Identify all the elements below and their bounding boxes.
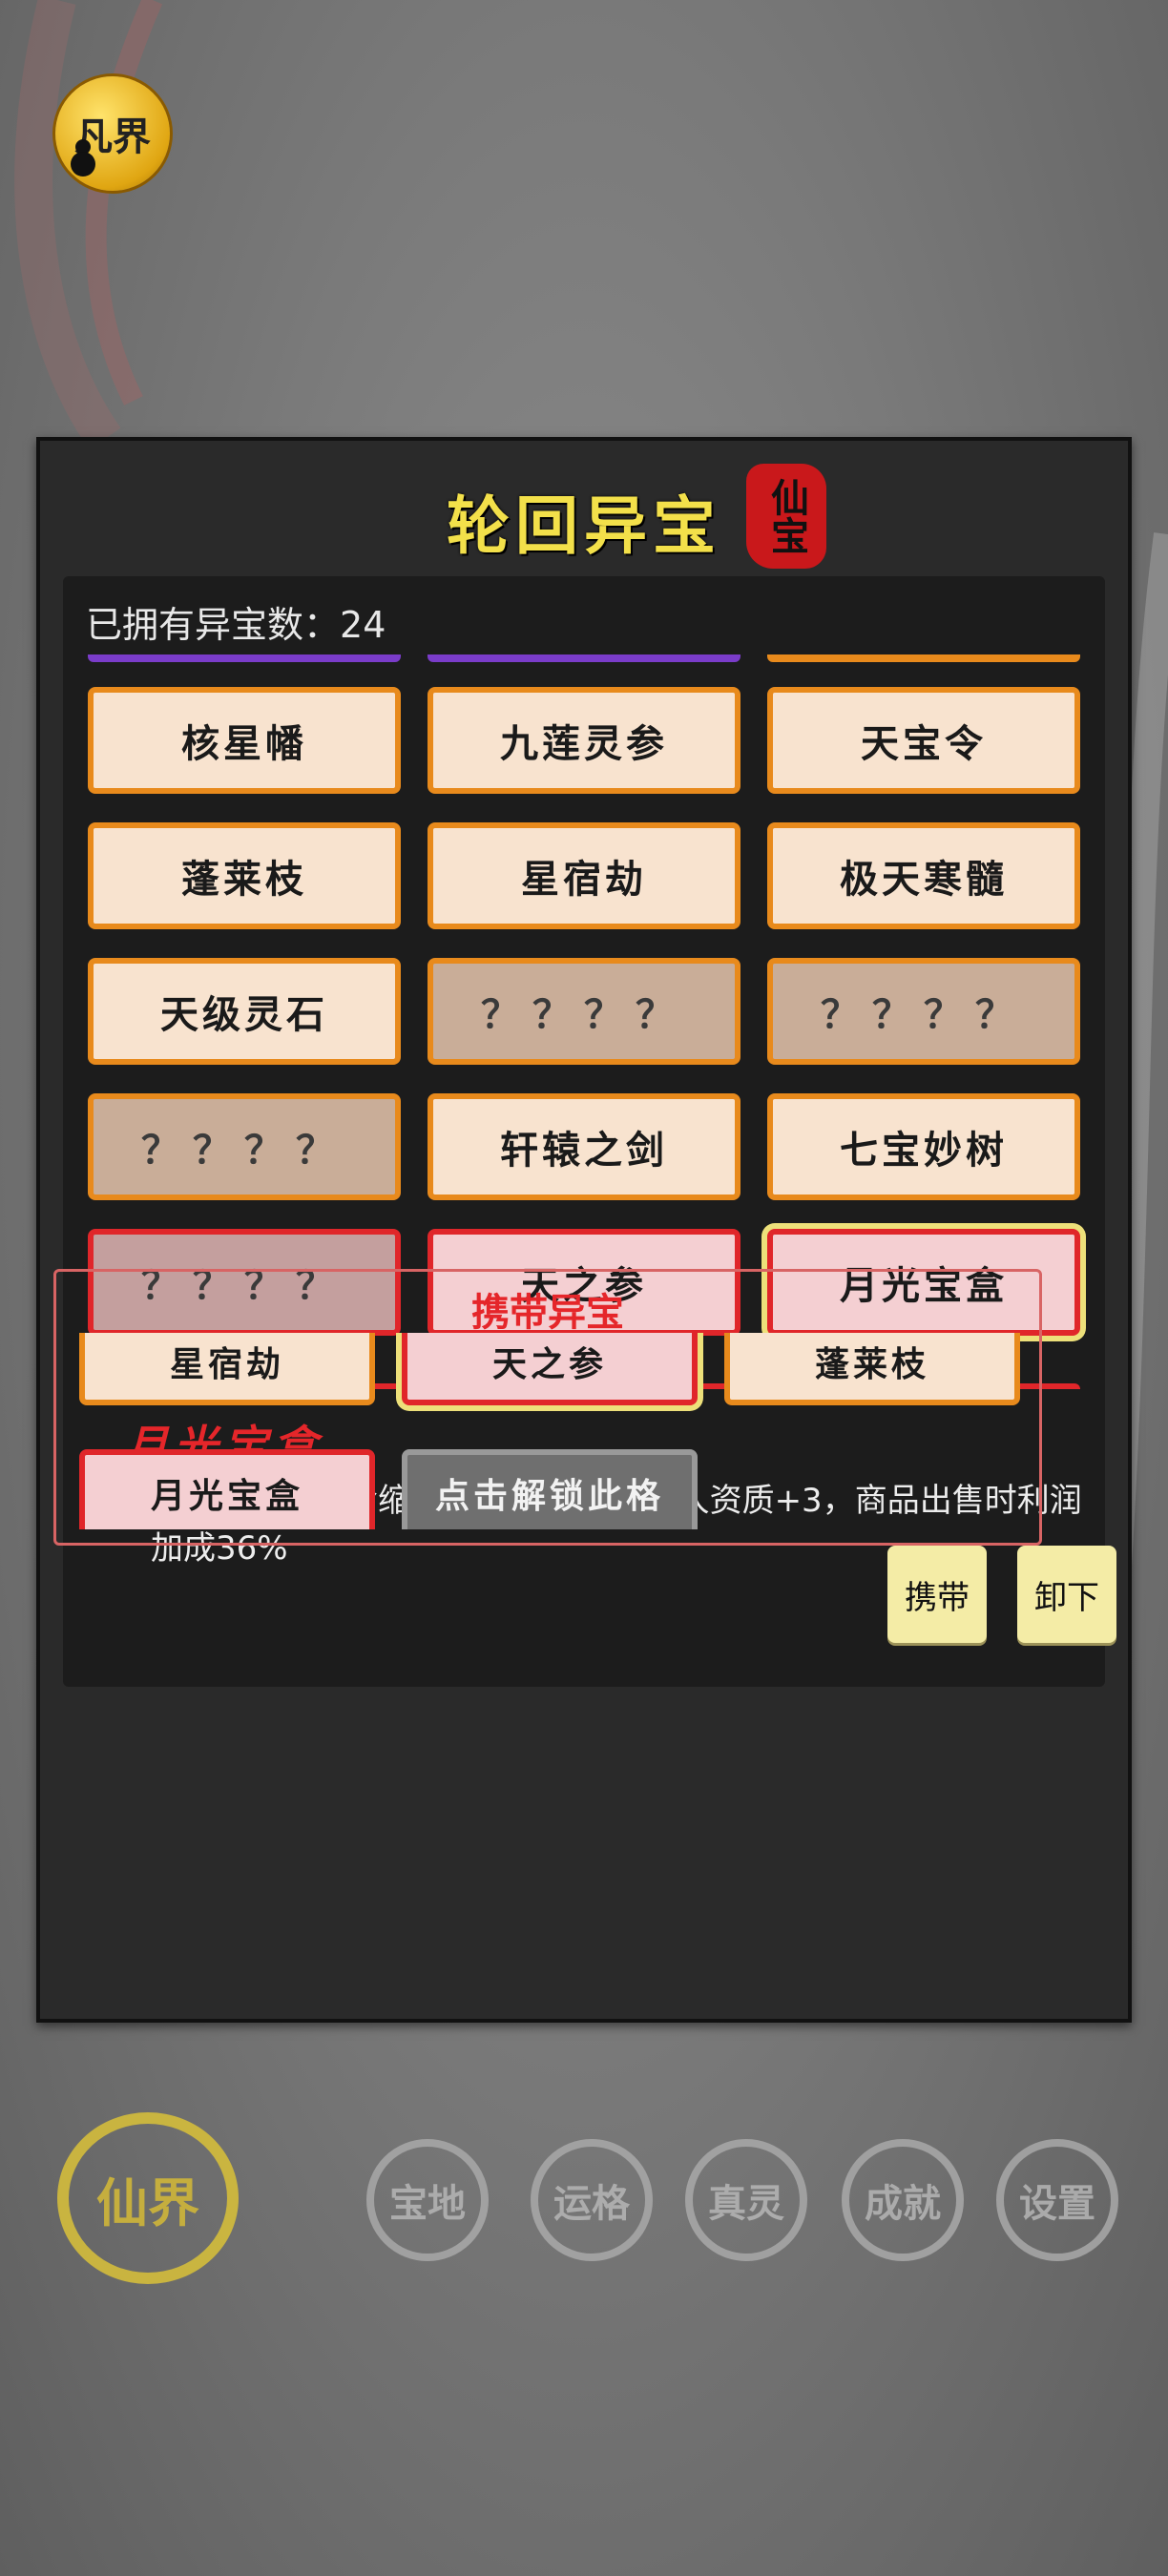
treasure-item[interactable]: 蓬莱枝 [88,822,401,929]
unlock-slot-button[interactable]: 点击解锁此格 [402,1449,698,1529]
equipped-item[interactable]: 星宿劫 [79,1333,375,1405]
treasure-seal: 仙宝 [746,464,826,569]
treasure-item-unknown[interactable]: ？？？？ [428,958,740,1065]
partial-item-top-3 [767,654,1080,662]
partial-item-top-1 [88,654,401,662]
equipped-item[interactable]: 天之参 [402,1333,698,1405]
equipped-treasures: 携带异宝 星宿劫 天之参 蓬莱枝月光宝盒 点击解锁此格 [53,1269,1042,1546]
nav-baodi[interactable]: 宝地 [366,2139,489,2261]
nav-chengjiu[interactable]: 成就 [842,2139,964,2261]
equipped-item[interactable]: 月光宝盒 [79,1449,375,1529]
nav-xianjie[interactable]: 仙界 [57,2112,239,2284]
treasure-item[interactable]: 天宝令 [767,687,1080,794]
equipped-item[interactable]: 蓬莱枝 [724,1333,1020,1405]
treasure-item[interactable]: 天级灵石 [88,958,401,1065]
owned-count: 已拥有异宝数：24 [86,595,386,648]
treasure-item[interactable]: 九莲灵参 [428,687,740,794]
partial-item-top-2 [428,654,740,662]
nav-yunge[interactable]: 运格 [531,2139,653,2261]
treasure-item[interactable]: 星宿劫 [428,822,740,929]
treasure-item-unknown[interactable]: ？？？？ [767,958,1080,1065]
treasure-item[interactable]: 核星幡 [88,687,401,794]
treasure-item[interactable]: 轩辕之剑 [428,1093,740,1200]
gourd-icon [71,139,95,177]
owned-count-value: 24 [340,604,386,646]
unequip-button[interactable]: 卸下 [1017,1546,1116,1643]
nav-zhenling[interactable]: 真灵 [685,2139,807,2261]
bottom-nav: 仙界 宝地 运格 真灵 成就 设置 [0,2112,1168,2284]
panel-title: 轮回异宝 [447,488,721,563]
treasure-item[interactable]: 七宝妙树 [767,1093,1080,1200]
equipped-slots: 星宿劫 天之参 蓬莱枝月光宝盒 点击解锁此格 [56,1333,1039,1529]
treasure-panel: 轮回异宝 仙宝 已拥有异宝数：24 核星幡 九莲灵参 天宝令 蓬莱枝 星宿劫 极天寒髓 天级… [36,437,1132,2023]
realm-badge[interactable]: 凡界 [55,76,170,191]
nav-shezhi[interactable]: 设置 [996,2139,1118,2261]
treasure-item-unknown[interactable]: ？？？？ [88,1093,401,1200]
treasure-item[interactable]: 极天寒髓 [767,822,1080,929]
equip-button[interactable]: 携带 [887,1546,987,1643]
equipped-title: 携带异宝 [471,1291,624,1335]
owned-count-label: 已拥有异宝数： [86,604,341,646]
